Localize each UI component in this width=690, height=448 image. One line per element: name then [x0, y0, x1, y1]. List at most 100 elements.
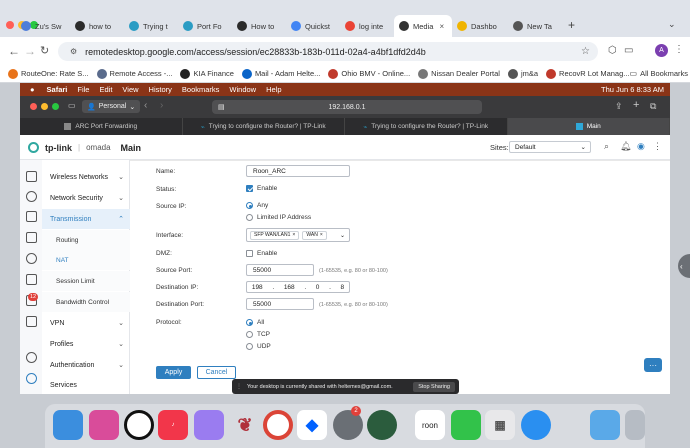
- remote-panel-handle-icon[interactable]: ‹: [678, 254, 690, 278]
- menu-edit[interactable]: Edit: [99, 85, 112, 94]
- menu-bookmarks[interactable]: Bookmarks: [182, 85, 220, 94]
- source-port-input[interactable]: 55000: [246, 264, 314, 276]
- bookmark-item[interactable]: jm&a: [507, 68, 538, 79]
- statistics-icon[interactable]: [26, 191, 37, 202]
- menu-help[interactable]: Help: [266, 85, 281, 94]
- sidepanel-icon[interactable]: ▭: [624, 45, 633, 56]
- tab-search-icon[interactable]: ⌄: [668, 19, 676, 30]
- bookmark-item[interactable]: Ohio BMV - Online...: [328, 68, 410, 79]
- safari-tab[interactable]: ⌁ Trying to configure the Router? | TP-Li…: [345, 118, 508, 135]
- address-bar[interactable]: ⚙ remotedesktop.google.com/access/sessio…: [58, 42, 598, 61]
- interface-select[interactable]: SFP WAN/LAN1 × WAN × ⌄: [246, 228, 350, 242]
- chrome-menu-icon[interactable]: ⋮: [674, 44, 684, 55]
- destination-ip-input[interactable]: 198. 168. 0. 8: [246, 281, 350, 293]
- podcasts-icon[interactable]: [194, 410, 224, 440]
- sidebar-item-authentication[interactable]: Authentication ⌄: [42, 355, 130, 375]
- protocol-tcp-radio[interactable]: [246, 331, 253, 338]
- ip-octet-3[interactable]: 0: [316, 284, 320, 291]
- status-enable-checkbox[interactable]: [246, 185, 253, 192]
- roon-icon[interactable]: roon: [415, 410, 445, 440]
- sidebar-subitem-session-limit[interactable]: Session Limit: [42, 271, 130, 291]
- launchpad-icon[interactable]: [89, 410, 119, 440]
- tab-overview-icon[interactable]: ⧉: [650, 101, 656, 112]
- safari-tab[interactable]: ⌁ Trying to configure the Router? | TP-Li…: [183, 118, 345, 135]
- omada-logo[interactable]: tp-link | omada Main: [28, 142, 141, 153]
- source-ip-any-radio[interactable]: [246, 202, 253, 209]
- bookmark-star-icon[interactable]: ☆: [581, 46, 590, 57]
- chrome-icon[interactable]: [263, 410, 293, 440]
- menu-file[interactable]: File: [77, 85, 89, 94]
- menu-history[interactable]: History: [149, 85, 172, 94]
- back-arrow-icon[interactable]: ←: [8, 44, 20, 58]
- browser-tab[interactable]: how to: [70, 15, 124, 37]
- sidebar-item-services[interactable]: Services: [42, 375, 130, 395]
- sidebar-item-transmission[interactable]: Transmission ⌃: [42, 209, 130, 229]
- protocol-all-option[interactable]: All: [246, 319, 264, 326]
- drag-handle-icon[interactable]: ⋮: [236, 383, 242, 390]
- settings-gear-icon[interactable]: [26, 373, 37, 384]
- profile-selector[interactable]: 👤 Personal ⌄: [82, 100, 141, 113]
- notification-bell-icon[interactable]: 🔔︎: [620, 141, 631, 152]
- sidebar-subitem-bandwidth-control[interactable]: Bandwidth Control: [42, 292, 130, 312]
- quicktime-icon[interactable]: [124, 410, 154, 440]
- protocol-all-radio[interactable]: [246, 319, 253, 326]
- close-window-icon[interactable]: [6, 21, 14, 29]
- safari-address-bar[interactable]: ▤ 192.168.0.1: [212, 100, 482, 114]
- time-machine-icon[interactable]: [367, 410, 397, 440]
- chat-support-icon[interactable]: ···: [644, 358, 662, 372]
- sidebar-toggle-icon[interactable]: ▭: [68, 101, 76, 110]
- new-tab-icon[interactable]: +: [568, 18, 575, 32]
- maximize-window-icon[interactable]: [52, 103, 59, 110]
- sidebar-item-profiles[interactable]: Profiles ⌄: [42, 334, 130, 354]
- browser-tab[interactable]: Trying t: [124, 15, 178, 37]
- bookmark-item[interactable]: RouteOne: Rate S...: [8, 68, 89, 79]
- protocol-udp-option[interactable]: UDP: [246, 343, 271, 350]
- menu-safari[interactable]: Safari: [47, 85, 68, 94]
- browser-tab[interactable]: How to: [232, 15, 286, 37]
- protocol-tcp-option[interactable]: TCP: [246, 331, 270, 338]
- sidebar-item-vpn[interactable]: VPN ⌄: [42, 313, 130, 333]
- all-bookmarks-link[interactable]: ▭ All Bookmarks: [630, 69, 689, 78]
- menu-window[interactable]: Window: [229, 85, 256, 94]
- remove-tag-icon[interactable]: ×: [292, 232, 295, 238]
- tools-icon[interactable]: [26, 316, 37, 327]
- cancel-button[interactable]: Cancel: [197, 366, 236, 379]
- status-enable-option[interactable]: Enable: [246, 185, 277, 192]
- browser-tab[interactable]: Zu's Sw: [16, 15, 70, 37]
- bookmark-item[interactable]: Remote Access -...: [96, 68, 172, 79]
- search-icon[interactable]: ⌕: [604, 141, 609, 152]
- safari-icon[interactable]: [521, 410, 551, 440]
- share-icon[interactable]: ⇪: [615, 101, 623, 112]
- account-icon[interactable]: ◉: [637, 141, 645, 152]
- dropbox-icon[interactable]: ◆: [297, 410, 327, 440]
- sidebar-item-network-security[interactable]: Network Security ⌄: [42, 188, 130, 208]
- photo-app-icon[interactable]: ❦: [230, 410, 260, 440]
- finder-icon[interactable]: [53, 410, 83, 440]
- destination-port-input[interactable]: 55000: [246, 298, 314, 310]
- sidebar-subitem-nat[interactable]: NAT: [42, 250, 130, 270]
- bookmark-item[interactable]: Mail - Adam Helte...: [241, 68, 320, 79]
- music-icon[interactable]: ♪: [158, 410, 188, 440]
- bookmark-item[interactable]: KIA Finance: [180, 68, 234, 79]
- safari-tab-active[interactable]: Main: [507, 118, 670, 135]
- reload-icon[interactable]: ↻: [40, 44, 49, 57]
- menu-grid-icon[interactable]: ⋮: [653, 141, 662, 152]
- forward-arrow-icon[interactable]: →: [24, 44, 36, 58]
- stop-sharing-button[interactable]: Stop Sharing: [413, 381, 455, 392]
- close-tab-icon[interactable]: ×: [439, 22, 444, 31]
- site-info-icon[interactable]: ⚙: [70, 47, 77, 56]
- source-ip-limited-option[interactable]: Limited IP Address: [246, 214, 311, 221]
- apply-button[interactable]: Apply: [156, 366, 191, 379]
- browser-tab[interactable]: Dashbo: [452, 15, 508, 37]
- site-selector[interactable]: Default ⌄: [509, 141, 591, 153]
- protocol-udp-radio[interactable]: [246, 343, 253, 350]
- preview-icon[interactable]: ▦: [485, 410, 515, 440]
- dmz-enable-option[interactable]: Enable: [246, 250, 277, 257]
- close-window-icon[interactable]: [30, 103, 37, 110]
- menu-view[interactable]: View: [122, 85, 138, 94]
- ip-octet-2[interactable]: 168: [284, 284, 295, 291]
- new-tab-icon[interactable]: +: [633, 99, 639, 111]
- name-input[interactable]: Roon_ARC: [246, 165, 350, 177]
- ip-octet-1[interactable]: 198: [252, 284, 263, 291]
- browser-tab[interactable]: log inte: [340, 15, 394, 37]
